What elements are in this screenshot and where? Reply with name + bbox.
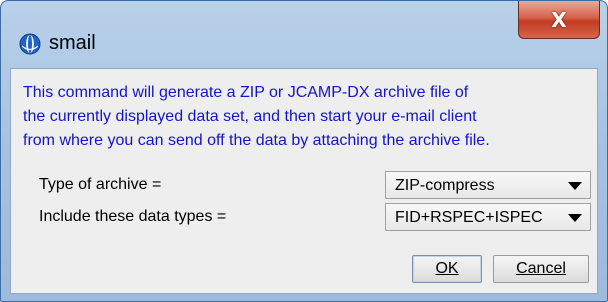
ok-button[interactable]: OK — [412, 255, 482, 283]
description-line: This command will generate a ZIP or JCAM… — [23, 84, 469, 101]
archive-type-label: Type of archive = — [39, 176, 162, 193]
smail-dialog-window: smail X This command will generate a ZIP… — [0, 0, 608, 302]
description-text: This command will generate a ZIP or JCAM… — [23, 81, 593, 153]
data-types-label: Include these data types = — [39, 208, 227, 225]
description-line: the currently displayed data set, and th… — [23, 108, 477, 125]
archive-type-select[interactable]: ZIP-compress — [385, 171, 591, 199]
cancel-button[interactable]: Cancel — [493, 255, 589, 283]
archive-type-value: ZIP-compress — [395, 177, 495, 194]
window-title: smail — [49, 32, 96, 54]
bruker-logo-icon — [19, 33, 41, 55]
dialog-content: This command will generate a ZIP or JCAM… — [10, 68, 598, 294]
description-line: from where you can send off the data by … — [23, 132, 490, 149]
ok-button-label: OK — [435, 260, 459, 277]
chevron-down-icon — [568, 214, 582, 222]
title-bar[interactable]: smail X — [1, 1, 607, 67]
chevron-down-icon — [568, 182, 582, 190]
data-types-select[interactable]: FID+RSPEC+ISPEC — [385, 203, 591, 231]
close-button[interactable]: X — [518, 1, 600, 39]
close-icon: X — [551, 7, 567, 32]
cancel-button-label: Cancel — [516, 260, 566, 277]
data-types-value: FID+RSPEC+ISPEC — [395, 209, 543, 226]
